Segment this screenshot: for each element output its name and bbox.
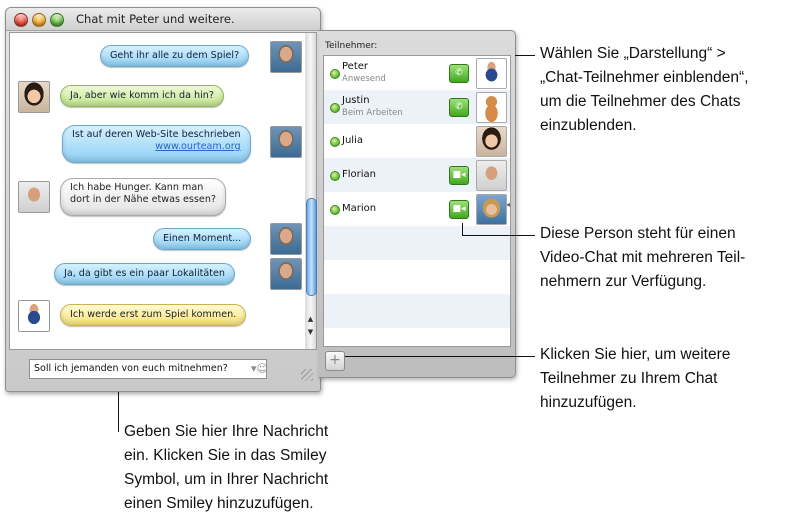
callout-line xyxy=(345,356,535,357)
participant-row[interactable]: Florian ■◂ xyxy=(324,158,510,192)
scroll-down-arrow-icon[interactable]: ▼ xyxy=(306,327,315,338)
scroll-up-arrow-icon[interactable]: ▲ xyxy=(306,314,315,325)
status-available-icon xyxy=(330,205,340,215)
avatar xyxy=(270,41,302,73)
message-text: Ist auf deren Web-Site beschrieben xyxy=(72,129,241,140)
participant-row[interactable]: Marion ■◂ xyxy=(324,192,510,226)
message-bubble: Ja, aber wie komm ich da hin? xyxy=(60,85,224,107)
message-text: dort in der Nähe etwas essen? xyxy=(70,194,216,205)
avatar xyxy=(18,181,50,213)
message-bubble: Ich werde erst zum Spiel kommen. xyxy=(60,304,247,326)
participants-list[interactable]: Peter Anwesend ✆ Justin Beim Arbeiten ✆ … xyxy=(323,55,511,347)
phone-icon[interactable]: ✆ xyxy=(449,98,469,117)
avatar xyxy=(270,126,302,158)
callout-line xyxy=(515,55,535,56)
callout-text: ein. Klicken Sie in das Smiley xyxy=(124,447,327,464)
input-bar: Soll ich jemanden von euch mitnehmen? ▾☺ xyxy=(8,350,316,384)
participant-name: Florian xyxy=(342,169,377,180)
callout-line xyxy=(462,223,463,235)
callout-text: einen Smiley hinzuzufügen. xyxy=(124,495,314,512)
callout-text: Symbol, um in Ihrer Nachricht xyxy=(124,471,329,488)
callout-text: Teilnehmer zu Ihrem Chat xyxy=(540,370,718,387)
avatar xyxy=(476,194,507,225)
empty-row xyxy=(324,226,510,260)
callout-text: hinzuzufügen. xyxy=(540,394,637,411)
chat-transcript[interactable]: Geht ihr alle zu dem Spiel? Ja, aber wie… xyxy=(9,32,307,350)
callout-line xyxy=(462,235,535,236)
participant-name: Marion xyxy=(342,203,377,214)
status-available-icon xyxy=(330,171,340,181)
participant-name: Justin xyxy=(342,95,370,106)
message-input[interactable]: Soll ich jemanden von euch mitnehmen? xyxy=(29,359,267,379)
message-text: Ich habe Hunger. Kann man xyxy=(70,182,204,193)
callout-text: „Chat-Teilnehmer einblenden“, xyxy=(540,69,749,86)
participant-status: Anwesend xyxy=(342,74,386,84)
empty-row xyxy=(324,294,510,328)
close-button[interactable] xyxy=(14,13,28,27)
message-bubble: Ich habe Hunger. Kann man dort in der Nä… xyxy=(60,178,226,216)
callout-text: Geben Sie hier Ihre Nachricht xyxy=(124,423,329,440)
avatar xyxy=(476,160,507,191)
avatar xyxy=(476,58,507,89)
message-bubble: Einen Moment... xyxy=(153,228,252,250)
avatar xyxy=(270,223,302,255)
status-available-icon xyxy=(330,103,340,113)
resize-grip[interactable] xyxy=(301,369,313,381)
participant-name: Peter xyxy=(342,61,369,72)
smiley-icon[interactable]: ▾☺ xyxy=(251,361,271,377)
phone-icon[interactable]: ✆ xyxy=(449,64,469,83)
add-participant-button[interactable]: + xyxy=(325,351,345,371)
message-bubble: Ist auf deren Web-Site beschrieben www.o… xyxy=(62,125,251,163)
avatar xyxy=(18,300,50,332)
callout-text: Wählen Sie „Darstellung“ > xyxy=(540,45,726,62)
callout-add-participants: Klicken Sie hier, um weitere Teilnehmer … xyxy=(540,343,730,415)
callout-text: Klicken Sie hier, um weitere xyxy=(540,346,731,363)
minimize-button[interactable] xyxy=(32,13,46,27)
callout-text: nehmern zur Verfügung. xyxy=(540,273,707,290)
avatar xyxy=(18,81,50,113)
participant-row[interactable]: Justin Beim Arbeiten ✆ xyxy=(324,90,510,124)
status-available-icon xyxy=(330,69,340,79)
callout-text: um die Teilnehmer des Chats xyxy=(540,93,741,110)
video-camera-icon[interactable]: ■◂ xyxy=(449,200,469,219)
avatar xyxy=(476,126,507,157)
scroll-thumb[interactable] xyxy=(306,198,317,296)
callout-text: Video-Chat mit mehreren Teil- xyxy=(540,249,746,266)
callout-text: Diese Person steht für einen xyxy=(540,225,736,242)
drawer-grip-icon[interactable]: ◂ xyxy=(506,199,512,211)
video-camera-icon[interactable]: ■◂ xyxy=(449,166,469,185)
participants-header: Teilnehmer: xyxy=(325,41,378,51)
participants-drawer: Teilnehmer: Peter Anwesend ✆ Justin Beim… xyxy=(319,30,516,378)
message-bubble: Geht ihr alle zu dem Spiel? xyxy=(100,45,250,67)
window-title: Chat mit Peter und weitere. xyxy=(76,12,235,26)
message-link[interactable]: www.ourteam.org xyxy=(72,141,240,153)
chat-window: Chat mit Peter und weitere. Geht ihr all… xyxy=(5,7,321,392)
callout-line xyxy=(118,392,119,432)
participant-row[interactable]: Peter Anwesend ✆ xyxy=(324,56,510,90)
scrollbar[interactable]: ▲ ▼ xyxy=(305,32,317,350)
title-bar[interactable]: Chat mit Peter und weitere. xyxy=(6,8,320,31)
avatar xyxy=(476,92,507,123)
callout-text: einzublenden. xyxy=(540,117,637,134)
participant-status: Beim Arbeiten xyxy=(342,108,403,118)
zoom-button[interactable] xyxy=(50,13,64,27)
status-available-icon xyxy=(330,137,340,147)
callout-view-menu: Wählen Sie „Darstellung“ > „Chat-Teilneh… xyxy=(540,42,749,138)
participant-row[interactable]: Julia xyxy=(324,124,510,158)
message-bubble: Ja, da gibt es ein paar Lokalitäten xyxy=(54,263,235,285)
callout-message-entry: Geben Sie hier Ihre Nachricht ein. Klick… xyxy=(124,420,328,516)
callout-video-chat: Diese Person steht für einen Video-Chat … xyxy=(540,222,745,294)
participant-name: Julia xyxy=(342,135,363,146)
avatar xyxy=(270,258,302,290)
